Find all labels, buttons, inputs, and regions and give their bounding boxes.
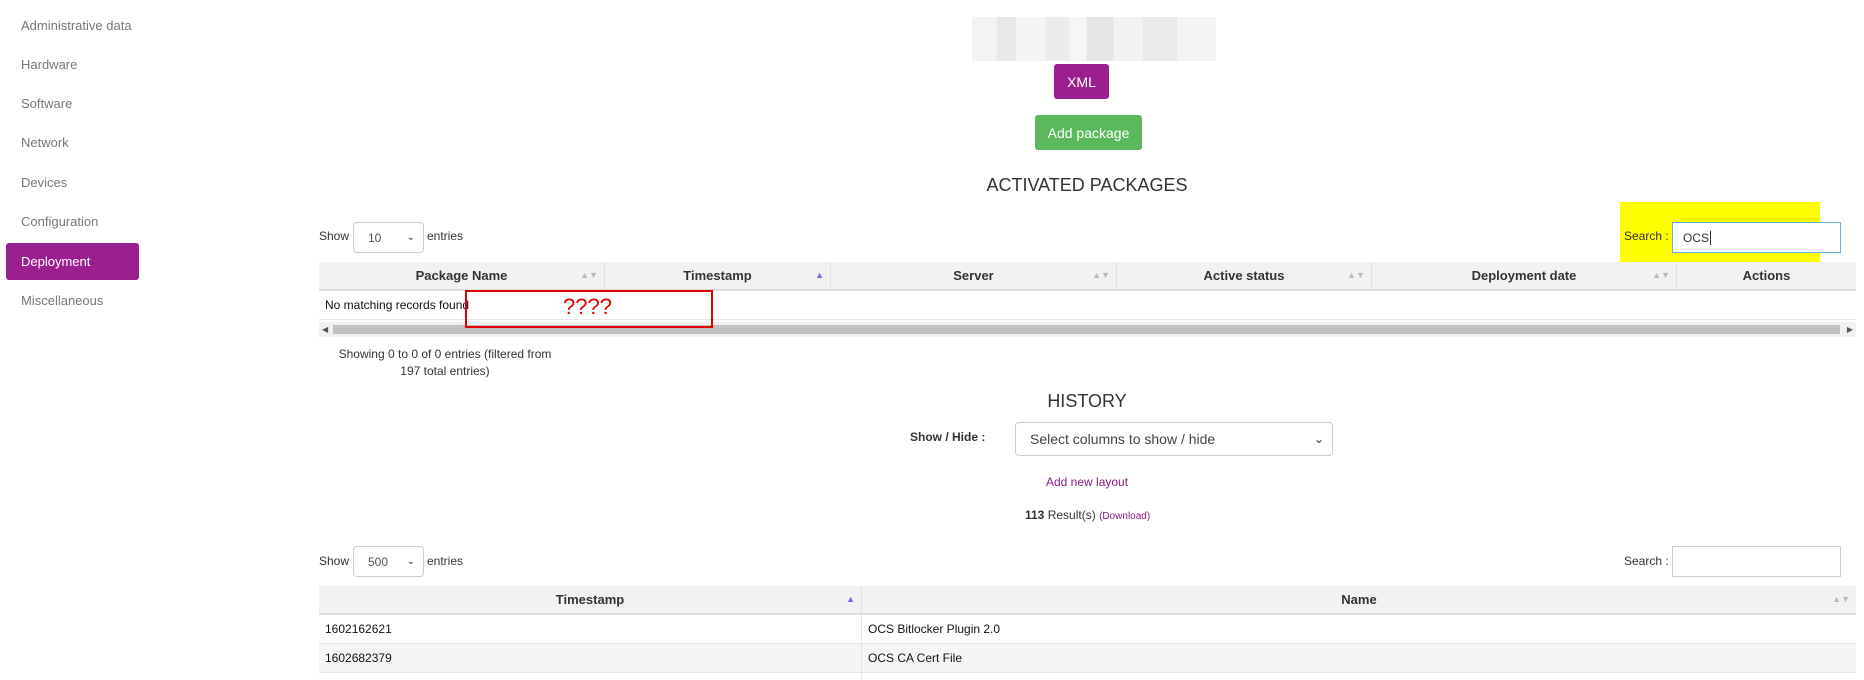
history-entries-select-value: 500 [368,554,389,569]
search-input[interactable]: OCS [1672,222,1841,253]
entries-select-value: 10 [368,230,382,245]
sidebar-item-deployment[interactable]: Deployment [6,243,139,280]
column-actions-label: Actions [1742,268,1791,283]
table-row [319,673,1856,680]
column-history-name-label: Name [1341,592,1377,607]
column-package-name[interactable]: Package Name ▲▼ [319,262,605,289]
result-count: 113 Result(s) (Download) [1025,508,1150,522]
entries-select[interactable]: 10 ⌄ [353,222,424,253]
sidebar-item-administrative-data[interactable]: Administrative data [6,7,139,44]
sort-icon: ▲▼ [580,270,598,280]
show-hide-placeholder: Select columns to show / hide [1030,431,1216,447]
column-package-name-label: Package Name [415,268,508,283]
table-info-line2: 197 total entries) [400,364,490,378]
sidebar-item-software[interactable]: Software [6,85,139,122]
chevron-down-icon: ⌄ [406,556,415,567]
sidebar-item-network[interactable]: Network [6,124,139,161]
history-table-header: Timestamp ▲ Name ▲▼ [319,586,1856,615]
history-timestamp-cell: 1602162621 [319,615,862,643]
column-history-timestamp[interactable]: Timestamp ▲ [319,586,862,613]
empty-message: No matching records found [325,298,470,312]
search-label: Search : [1624,229,1669,243]
xml-button[interactable]: XML [1054,64,1109,99]
chevron-down-icon: ⌄ [406,232,415,243]
column-active-status-label: Active status [1203,268,1285,283]
show-hide-columns-select[interactable]: Select columns to show / hide ⌄ [1015,422,1333,456]
sort-icon: ▲▼ [1832,594,1850,604]
column-server-label: Server [953,268,994,283]
activated-packages-title: ACTIVATED PACKAGES [986,175,1188,195]
sidebar-item-configuration[interactable]: Configuration [6,203,139,240]
history-entries-select[interactable]: 500 ⌄ [353,546,424,577]
chevron-down-icon: ⌄ [1313,432,1324,446]
table-row: 1602162621 OCS Bitlocker Plugin 2.0 [319,615,1856,644]
history-name-cell: OCS Bitlocker Plugin 2.0 [868,622,1001,636]
sidebar-item-hardware[interactable]: Hardware [6,46,139,83]
sort-ascending-icon: ▲ [846,594,855,604]
sort-icon: ▲▼ [1347,270,1365,280]
entries-label: entries [427,229,464,243]
sort-icon: ▲▼ [1092,270,1110,280]
table-info: Showing 0 to 0 of 0 entries (filtered fr… [330,346,560,380]
column-timestamp-label: Timestamp [683,268,752,283]
text-caret [1710,230,1712,245]
add-package-button[interactable]: Add package [1035,115,1142,150]
column-deployment-date-label: Deployment date [1471,268,1577,283]
add-new-layout-link[interactable]: Add new layout [1046,475,1128,489]
table-row: 1602682379 OCS CA Cert File [319,644,1856,673]
sidebar-item-devices[interactable]: Devices [6,164,139,201]
history-entries-label: entries [427,554,464,568]
scroll-left-icon[interactable]: ◀ [322,322,328,337]
history-title: HISTORY [1047,391,1127,411]
show-hide-label: Show / Hide : [910,430,986,444]
column-active-status[interactable]: Active status ▲▼ [1117,262,1372,289]
table-info-line1: Showing 0 to 0 of 0 entries (filtered fr… [338,347,552,361]
show-label: Show [319,229,350,243]
sort-icon: ▲▼ [1652,270,1670,280]
blurred-computer-name [972,17,1216,61]
column-history-name[interactable]: Name ▲▼ [862,586,1856,613]
result-count-label: Result(s) [1047,508,1096,522]
history-show-label: Show [319,554,350,568]
column-history-timestamp-label: Timestamp [555,592,625,607]
history-search-label: Search : [1624,554,1669,568]
history-search-input[interactable] [1672,546,1841,577]
column-server[interactable]: Server ▲▼ [831,262,1117,289]
column-timestamp[interactable]: Timestamp ▲ [605,262,831,289]
annotation-text: ???? [563,294,612,319]
column-deployment-date[interactable]: Deployment date ▲▼ [1372,262,1677,289]
history-name-cell: OCS CA Cert File [868,651,963,665]
search-input-value: OCS [1683,230,1710,245]
sidebar-item-miscellaneous[interactable]: Miscellaneous [6,282,139,319]
scroll-right-icon[interactable]: ▶ [1847,322,1853,337]
sort-ascending-icon: ▲ [815,270,824,280]
history-timestamp-cell [319,673,862,680]
history-timestamp-cell: 1602682379 [319,644,862,672]
activated-table-header: Package Name ▲▼ Timestamp ▲ Server ▲▼ Ac… [319,262,1856,291]
download-link[interactable]: (Download) [1099,511,1150,522]
column-actions: Actions [1677,262,1856,289]
result-count-number: 113 [1025,508,1045,522]
